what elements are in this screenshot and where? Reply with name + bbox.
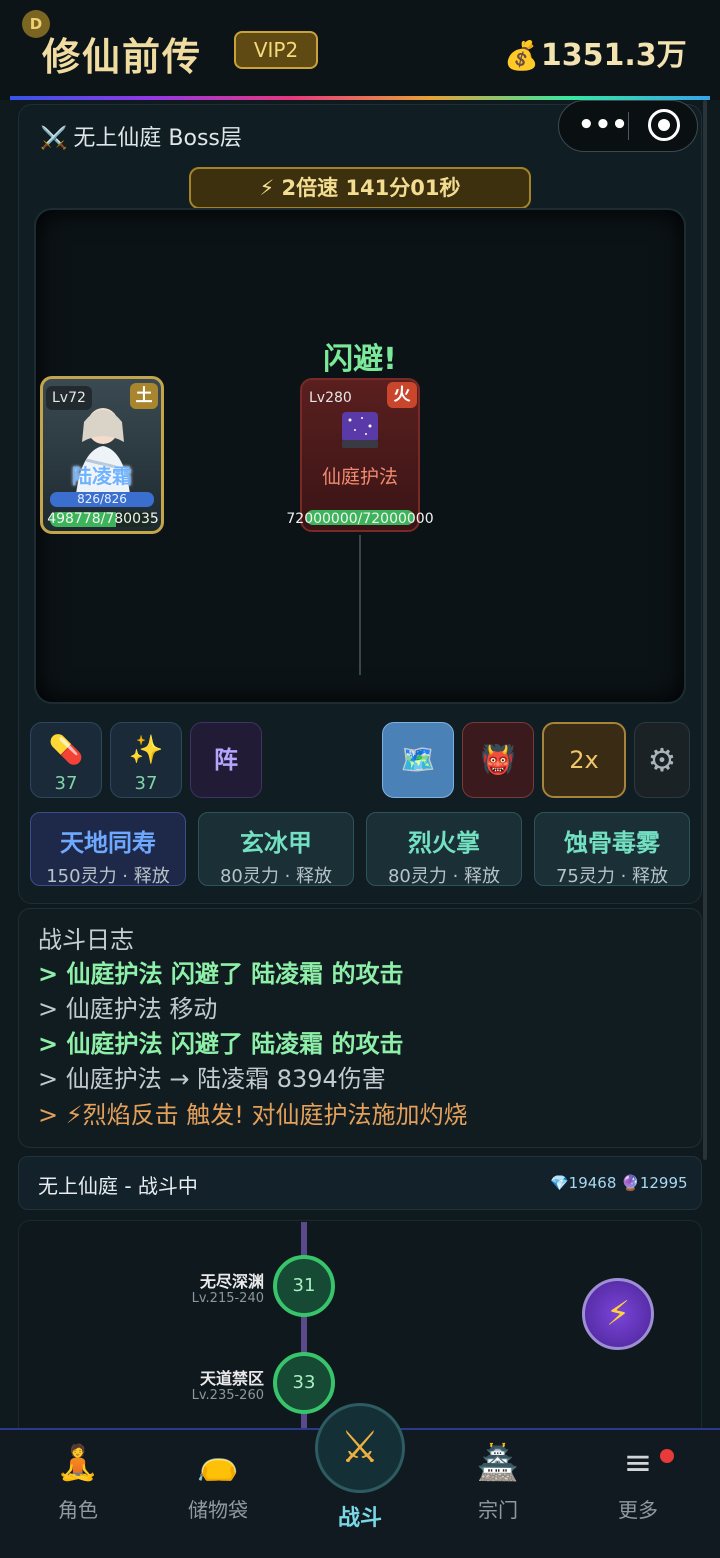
more-dots-icon[interactable]: ••• <box>578 108 628 144</box>
skill-name: 烈火掌 <box>408 829 480 857</box>
spark-item-button[interactable]: ✨ 37 <box>110 722 182 798</box>
map-button[interactable]: 🗺️ <box>382 722 454 798</box>
vip-badge[interactable]: VIP2 <box>234 31 318 69</box>
skill-cost: 80灵力 · 释放 <box>219 866 333 887</box>
skill-button-2[interactable]: 玄冰甲 80灵力 · 释放 <box>198 812 354 887</box>
hero-name: 陆凌霜 <box>72 464 132 488</box>
skill-button-1[interactable]: 天地同寿 150灵力 · 释放 <box>30 812 186 887</box>
pill-count: 37 <box>54 773 78 794</box>
money-bag-icon: 💰 <box>504 39 539 72</box>
skill-button-4[interactable]: 蚀骨毒雾 75灵力 · 释放 <box>534 812 690 887</box>
settings-gear-icon[interactable]: ⚙ <box>634 722 690 798</box>
log-line: > 仙庭护法 闪避了 陆凌霜 的攻击 <box>38 960 404 988</box>
arena-center-line <box>359 535 361 675</box>
night-sky-icon <box>342 412 378 448</box>
nav-bag[interactable]: 👝 储物袋 <box>168 1440 268 1523</box>
formation-button[interactable]: 阵 <box>190 722 262 798</box>
dodge-popup: 闪避! <box>323 342 397 377</box>
demon-button[interactable]: 👹 <box>462 722 534 798</box>
enemy-element-badge: 火 <box>387 382 417 408</box>
nav-label: 储物袋 <box>188 1498 248 1522</box>
lightning-fab-icon[interactable]: ⚡ <box>582 1278 654 1350</box>
treasure-bag-icon: 👝 <box>196 1443 240 1483</box>
log-line: > ⚡烈焰反击 触发! 对仙庭护法施加灼烧 <box>38 1101 468 1129</box>
zone-name: 天道禁区 <box>199 1369 264 1388</box>
speed-toggle-button[interactable]: 2x <box>542 722 626 798</box>
crossed-swords-icon: ⚔️ <box>40 126 68 151</box>
map-node[interactable]: 31 <box>273 1255 335 1317</box>
skill-name: 蚀骨毒雾 <box>564 829 660 857</box>
battle-status-text: 无上仙庭 - 战斗中 <box>38 1174 198 1198</box>
hero-hp-text: 498778/780035 <box>47 511 159 527</box>
sparkles-icon: ✨ <box>128 733 164 766</box>
nav-battle-label[interactable]: 战斗 <box>310 1500 410 1532</box>
scrollbar[interactable] <box>703 100 707 1160</box>
gem-currency: 💎19468 🔮12995 <box>550 1174 688 1192</box>
hero-mp-text: 826/826 <box>77 492 127 506</box>
temple-icon: 🏯 <box>476 1443 520 1483</box>
skill-name: 天地同寿 <box>60 829 156 857</box>
skill-cost: 150灵力 · 释放 <box>46 866 170 887</box>
enemy-level: Lv280 <box>309 390 352 406</box>
nav-label: 更多 <box>618 1498 658 1522</box>
menu-lines-icon: ≡ <box>623 1443 653 1483</box>
capsule-divider <box>628 112 629 140</box>
enemy-name: 仙庭护法 <box>321 466 398 488</box>
hero-level: Lv72 <box>46 386 92 410</box>
crossed-swords-icon[interactable]: ⚔ <box>315 1403 405 1493</box>
battle-log-title: 战斗日志 <box>38 926 134 954</box>
skill-button-3[interactable]: 烈火掌 80灵力 · 释放 <box>366 812 522 887</box>
close-target-icon[interactable] <box>648 109 680 141</box>
log-line: > 仙庭护法 → 陆凌霜 8394伤害 <box>38 1065 386 1093</box>
meditation-icon: 🧘 <box>56 1443 100 1483</box>
speed-timer-banner: ⚡ 2倍速 141分01秒 <box>189 167 531 209</box>
map-icon: 🗺️ <box>400 743 436 776</box>
demon-mask-icon: 👹 <box>480 743 516 776</box>
log-line: > 仙庭护法 闪避了 陆凌霜 的攻击 <box>38 1030 404 1058</box>
nav-role[interactable]: 🧘 角色 <box>28 1440 128 1523</box>
map-node[interactable]: 33 <box>273 1352 335 1414</box>
pill-item-button[interactable]: 💊 37 <box>30 722 102 798</box>
zone-level-range: Lv.235-260 <box>191 1388 264 1403</box>
zone-level-range: Lv.215-240 <box>191 1291 264 1306</box>
enemy-hp-text: 72000000/72000000 <box>286 511 434 527</box>
nav-label: 宗门 <box>478 1498 518 1522</box>
pill-icon: 💊 <box>48 733 84 766</box>
skill-name: 玄冰甲 <box>240 829 312 857</box>
coin-value: 1351.3万 <box>540 38 687 73</box>
floor-title-text: 无上仙庭 Boss层 <box>73 126 242 151</box>
zone-name: 无尽深渊 <box>199 1272 264 1291</box>
nav-label: 角色 <box>58 1498 98 1522</box>
nav-sect[interactable]: 🏯 宗门 <box>448 1440 548 1523</box>
app-title: 修仙前传 <box>42 35 203 79</box>
notification-dot <box>660 1449 674 1463</box>
log-line: > 仙庭护法 移动 <box>38 995 218 1023</box>
spark-count: 37 <box>134 773 158 794</box>
hero-element-badge: 土 <box>130 383 158 409</box>
skill-cost: 80灵力 · 释放 <box>387 866 501 887</box>
floor-title: ⚔️ 无上仙庭 Boss层 <box>40 120 242 152</box>
coin-display: 💰1351.3万 <box>504 30 687 74</box>
skill-cost: 75灵力 · 释放 <box>555 866 669 887</box>
